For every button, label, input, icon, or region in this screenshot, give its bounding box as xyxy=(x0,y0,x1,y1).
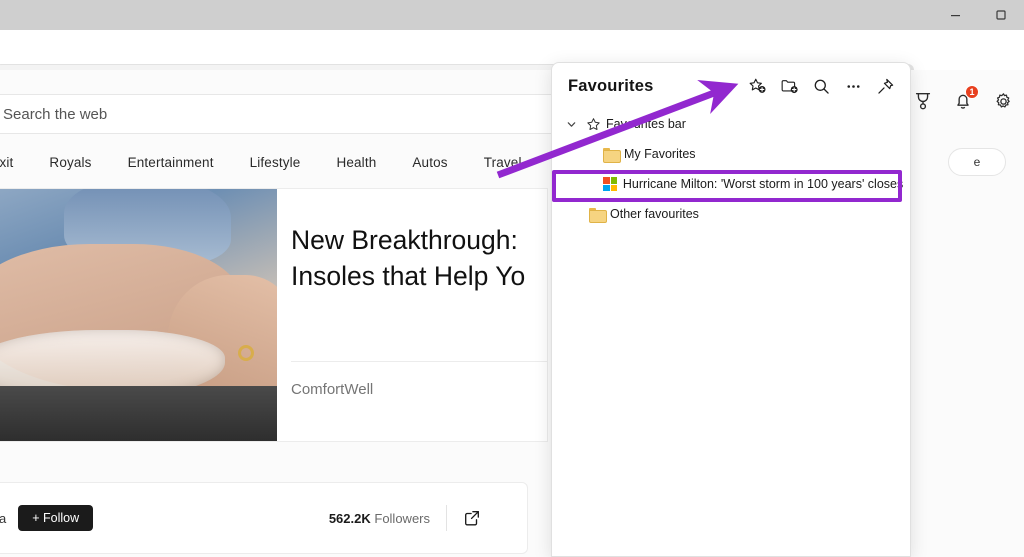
favourites-panel-header: Favourites xyxy=(552,63,910,109)
favourites-panel-header-icons xyxy=(742,71,900,101)
advertisement-brand: ComfortWell xyxy=(291,381,374,398)
nav-item-royals[interactable]: Royals xyxy=(49,151,91,174)
favourites-tree-item-hurricane-milton[interactable]: Hurricane Milton: 'Worst storm in 100 ye… xyxy=(558,169,904,199)
advertisement-card[interactable]: New Breakthrough: Insoles that Help Yo C… xyxy=(0,188,548,442)
settings-gear-icon[interactable] xyxy=(990,88,1016,114)
nav-item-autos[interactable]: Autos xyxy=(412,151,447,174)
nav-item-health[interactable]: Health xyxy=(336,151,376,174)
nav-profile-pill[interactable]: e xyxy=(948,148,1006,176)
follow-button[interactable]: + Follow xyxy=(18,505,94,531)
add-favourite-icon[interactable] xyxy=(742,71,772,101)
window-title-bar xyxy=(0,0,1024,30)
microsoft-logo-icon xyxy=(598,177,623,191)
favourites-tree-item-label: My Favorites xyxy=(624,147,696,161)
star-outline-icon xyxy=(580,117,606,132)
favourites-tree-item-label: Other favourites xyxy=(610,207,699,221)
favourites-panel-title: Favourites xyxy=(568,76,654,95)
chevron-down-icon[interactable] xyxy=(562,119,580,130)
page-header-icons: 1 xyxy=(910,85,1016,114)
advertisement-title-line2: Insoles that Help Yo xyxy=(291,260,526,291)
folder-icon xyxy=(584,207,610,223)
advertisement-title-line1: New Breakthrough: xyxy=(291,225,518,255)
publisher-follow-bar: a + Follow 562.2K Followers xyxy=(0,482,528,554)
favourites-tree-item-my-favorites[interactable]: My Favorites xyxy=(558,139,904,169)
advertisement-text: New Breakthrough: Insoles that Help Yo C… xyxy=(277,189,547,441)
followers-count: 562.2K xyxy=(328,510,371,526)
followers-count-text: 562.2K Followers xyxy=(329,511,430,526)
window-maximize-button[interactable] xyxy=(978,0,1024,30)
nav-item-travel[interactable]: Travel xyxy=(484,151,522,174)
favourites-tree-item-favourites-bar[interactable]: Favourites bar xyxy=(558,109,904,139)
publisher-name-fragment: a xyxy=(0,510,7,526)
advertisement-divider xyxy=(291,361,547,362)
notification-badge: 1 xyxy=(965,85,979,99)
nav-item-entertainment[interactable]: Entertainment xyxy=(128,151,214,174)
add-folder-icon[interactable] xyxy=(774,71,804,101)
rewards-icon[interactable] xyxy=(910,88,936,114)
notifications-bell-icon[interactable]: 1 xyxy=(950,85,979,114)
nav-item-brexit[interactable]: Brexit xyxy=(0,151,13,174)
favourites-tree: Favourites bar My Favorites Hurricane Mi… xyxy=(552,109,910,229)
favourites-flyout-panel: Favourites Favourites bar My Favorites H… xyxy=(551,62,911,557)
favourites-tree-item-label: Hurricane Milton: 'Worst storm in 100 ye… xyxy=(622,177,904,191)
search-input[interactable] xyxy=(3,105,403,123)
follow-bar-divider xyxy=(446,505,447,531)
followers-label: Followers xyxy=(374,510,430,526)
more-options-icon[interactable] xyxy=(838,71,868,101)
search-favourites-icon[interactable] xyxy=(806,71,836,101)
favourites-tree-item-other-favourites[interactable]: Other favourites xyxy=(558,199,904,229)
favourites-tree-item-label: Favourites bar xyxy=(606,117,686,131)
browser-window: rld/hurricane-milton-worst-storm-in-100-… xyxy=(0,0,1024,557)
folder-icon xyxy=(598,147,624,163)
window-minimize-button[interactable] xyxy=(932,0,978,30)
nav-item-lifestyle[interactable]: Lifestyle xyxy=(250,151,301,174)
pin-pane-icon[interactable] xyxy=(870,71,900,101)
advertisement-image xyxy=(0,189,277,441)
external-link-icon[interactable] xyxy=(463,509,481,527)
